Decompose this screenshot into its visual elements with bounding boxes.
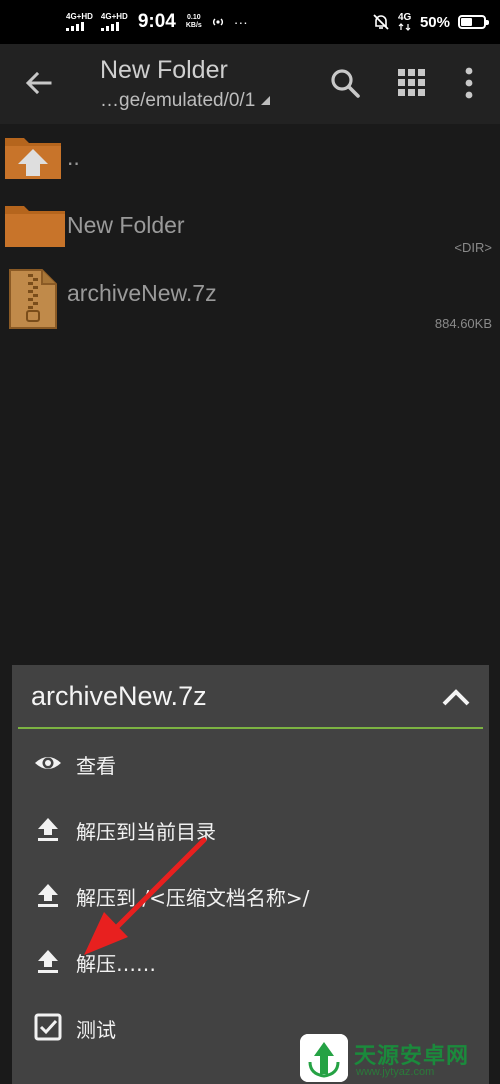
menu-item-label: 查看	[76, 754, 116, 778]
menu-title: archiveNew.7z	[31, 681, 207, 711]
signal-indicator-2: 4G+HD	[100, 12, 128, 31]
menu-item-label: 测试	[76, 1018, 116, 1042]
dropdown-triangle-icon	[261, 96, 271, 105]
folder-icon	[5, 206, 65, 247]
more-vert-icon[interactable]	[452, 66, 486, 100]
signal-indicator-1: 4G+HD	[66, 13, 93, 31]
watermark: 天源安卓网 www.jytyaz.com	[300, 1032, 500, 1084]
extract-icon	[38, 818, 58, 841]
archive-icon	[9, 269, 57, 329]
signal-bars-icon	[66, 22, 84, 31]
mute-bell-icon	[373, 14, 389, 30]
network-type-1: 4G+HD	[66, 12, 93, 21]
network-type-2: 4G+HD	[100, 12, 128, 21]
grid-view-icon[interactable]	[395, 66, 429, 100]
menu-item-extract-here[interactable]: 解压到当前目录	[12, 795, 489, 861]
folder-up-icon	[5, 138, 61, 179]
file-row-archive[interactable]: archiveNew.7z 884.60KB	[0, 260, 500, 331]
watermark-url: www.jytyaz.com	[356, 1066, 435, 1078]
hotspot-icon	[212, 18, 223, 26]
clock: 9:04	[137, 11, 176, 32]
file-name: archiveNew.7z	[67, 280, 217, 306]
file-list: .. New Folder <DIR> archiveNew.7z 884.60…	[0, 124, 500, 331]
battery-icon	[458, 15, 489, 29]
network-speed: 0.10 KB/s	[186, 14, 202, 30]
chevron-up-icon[interactable]	[441, 685, 471, 709]
file-row-parent[interactable]: ..	[0, 124, 500, 192]
file-name: New Folder	[67, 212, 185, 238]
file-row-folder[interactable]: New Folder <DIR>	[0, 192, 500, 260]
file-name: ..	[67, 144, 80, 170]
path-dropdown[interactable]: …ge/emulated/0/1	[100, 90, 271, 112]
extract-icon	[38, 950, 58, 973]
status-bar: 4G+HD 4G+HD 9:04 0.10 KB/s ··· 4G 50%	[0, 0, 500, 44]
file-info: <DIR>	[454, 240, 492, 255]
back-arrow-icon[interactable]	[24, 68, 54, 98]
speed-unit: KB/s	[185, 22, 202, 29]
lte-indicator: 4G	[398, 13, 412, 31]
menu-item-view[interactable]: 查看	[12, 729, 489, 795]
extract-icon	[38, 884, 58, 907]
more-notifications-icon: ···	[233, 14, 248, 30]
menu-header[interactable]: archiveNew.7z	[12, 665, 489, 729]
search-icon[interactable]	[328, 66, 362, 100]
file-info: 884.60KB	[434, 316, 492, 331]
menu-item-label: 解压到./<压缩文档名称>/	[76, 886, 310, 910]
watermark-logo-icon	[300, 1034, 348, 1082]
speed-value: 0.10	[187, 14, 201, 21]
menu-item-extract-to-folder[interactable]: 解压到./<压缩文档名称>/	[12, 861, 489, 927]
battery-percent: 50%	[419, 13, 450, 31]
checkbox-icon	[34, 1013, 62, 1041]
folder-title: New Folder	[100, 56, 228, 84]
menu-item-label: 解压到当前目录	[76, 820, 216, 844]
path-text: …ge/emulated/0/1	[100, 90, 256, 111]
battery-level	[461, 18, 472, 26]
menu-item-label: 解压……	[76, 952, 156, 976]
signal-bars-icon	[100, 22, 119, 31]
eye-icon	[35, 757, 61, 769]
lte-label: 4G	[397, 12, 412, 23]
app-toolbar: New Folder …ge/emulated/0/1	[0, 44, 500, 124]
context-menu: archiveNew.7z 查看 解压到当前目录 解压到./<压缩文档名称>/	[12, 665, 489, 1084]
menu-item-extract[interactable]: 解压……	[12, 927, 489, 993]
data-arrows-icon	[398, 23, 411, 31]
